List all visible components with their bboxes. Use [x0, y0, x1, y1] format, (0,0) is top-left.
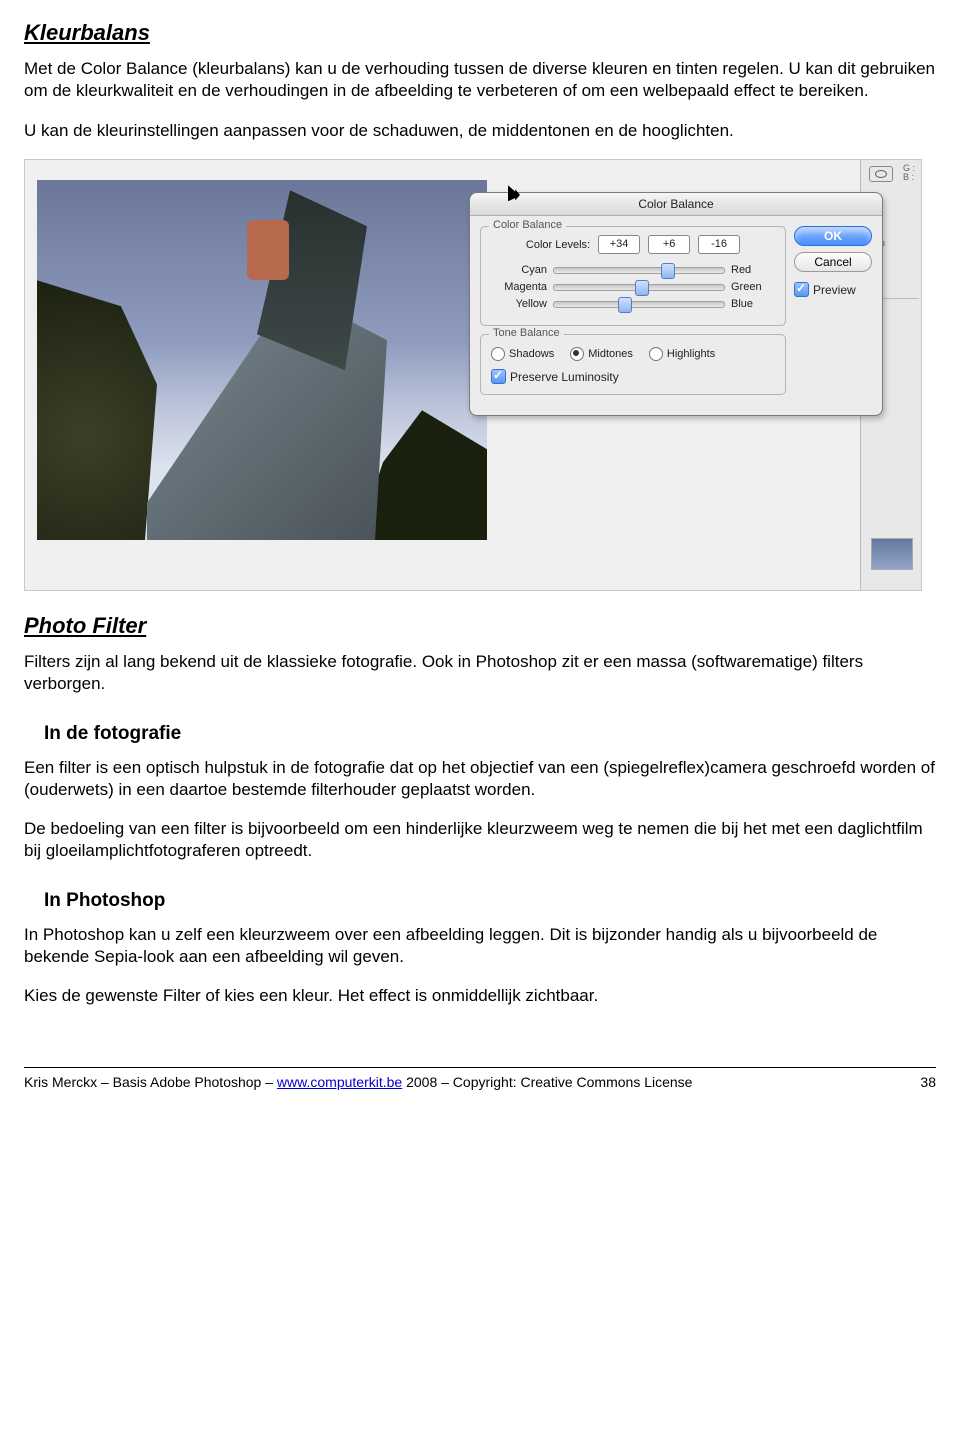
slider-track[interactable] [553, 284, 725, 291]
slider-row: Magenta Green [491, 281, 775, 293]
group-color-balance: Color Balance Color Levels: +34 +6 -16 C… [480, 226, 786, 326]
section-title-photofilter: Photo Filter [24, 613, 936, 639]
paragraph: Een filter is een optisch hulpstuk in de… [24, 757, 936, 801]
screenshot-figure: G : B : 0K/1 ge to e Sh opt Ch Color Bal… [24, 159, 922, 591]
paragraph: Met de Color Balance (kleurbalans) kan u… [24, 58, 936, 102]
tone-label: Midtones [588, 348, 633, 360]
level-input-3[interactable]: -16 [698, 235, 740, 254]
paragraph: U kan de kleurinstellingen aanpassen voo… [24, 120, 936, 142]
slider-row: Cyan Red [491, 264, 775, 276]
color-balance-dialog: Color Balance Color Balance Color Levels… [469, 192, 883, 416]
info-gb: G : B : [903, 164, 915, 182]
slider-thumb[interactable] [618, 297, 632, 313]
page-footer: Kris Merckx – Basis Adobe Photoshop – ww… [24, 1067, 936, 1090]
paragraph: Filters zijn al lang bekend uit de klass… [24, 651, 936, 695]
color-levels-label: Color Levels: [526, 239, 590, 251]
slider-row: Yellow Blue [491, 298, 775, 310]
slider-label-right: Red [731, 264, 775, 276]
paragraph: In Photoshop kan u zelf een kleurzweem o… [24, 924, 936, 968]
cancel-button[interactable]: Cancel [794, 252, 872, 272]
tone-shadows[interactable]: Shadows [491, 347, 554, 361]
paragraph: De bedoeling van een filter is bijvoorbe… [24, 818, 936, 862]
footer-text: 2008 – Copyright: Creative Commons Licen… [402, 1074, 692, 1090]
example-photo [37, 180, 487, 540]
group-label: Color Balance [489, 219, 566, 231]
slider-track[interactable] [553, 267, 725, 274]
preserve-luminosity-label: Preserve Luminosity [510, 370, 619, 384]
group-label: Tone Balance [489, 327, 564, 339]
tone-midtones[interactable]: Midtones [570, 347, 633, 361]
level-input-1[interactable]: +34 [598, 235, 640, 254]
tone-label: Highlights [667, 348, 715, 360]
level-input-2[interactable]: +6 [648, 235, 690, 254]
visibility-icon [869, 166, 893, 182]
paragraph: Kies de gewenste Filter of kies een kleu… [24, 985, 936, 1007]
dialog-title: Color Balance [470, 193, 882, 216]
thumbnail-chip [871, 538, 913, 570]
slider-track[interactable] [553, 301, 725, 308]
subheading-fotografie: In de fotografie [44, 723, 936, 745]
slider-label-left: Cyan [491, 264, 547, 276]
slider-label-left: Magenta [491, 281, 547, 293]
preview-label: Preview [813, 283, 856, 297]
group-tone-balance: Tone Balance Shadows Midtones Highlights… [480, 334, 786, 395]
ok-button[interactable]: OK [794, 226, 872, 246]
section-title-kleurbalans: Kleurbalans [24, 20, 936, 46]
slider-label-right: Green [731, 281, 775, 293]
slider-thumb[interactable] [661, 263, 675, 279]
page-number: 38 [920, 1074, 936, 1090]
footer-link[interactable]: www.computerkit.be [277, 1074, 402, 1090]
footer-text: Kris Merckx – Basis Adobe Photoshop – [24, 1074, 277, 1090]
slider-thumb[interactable] [635, 280, 649, 296]
slider-label-right: Blue [731, 298, 775, 310]
tone-label: Shadows [509, 348, 554, 360]
subheading-photoshop: In Photoshop [44, 890, 936, 912]
tone-highlights[interactable]: Highlights [649, 347, 715, 361]
preview-checkbox[interactable] [794, 282, 809, 297]
preserve-luminosity-checkbox[interactable] [491, 369, 506, 384]
slider-label-left: Yellow [491, 298, 547, 310]
